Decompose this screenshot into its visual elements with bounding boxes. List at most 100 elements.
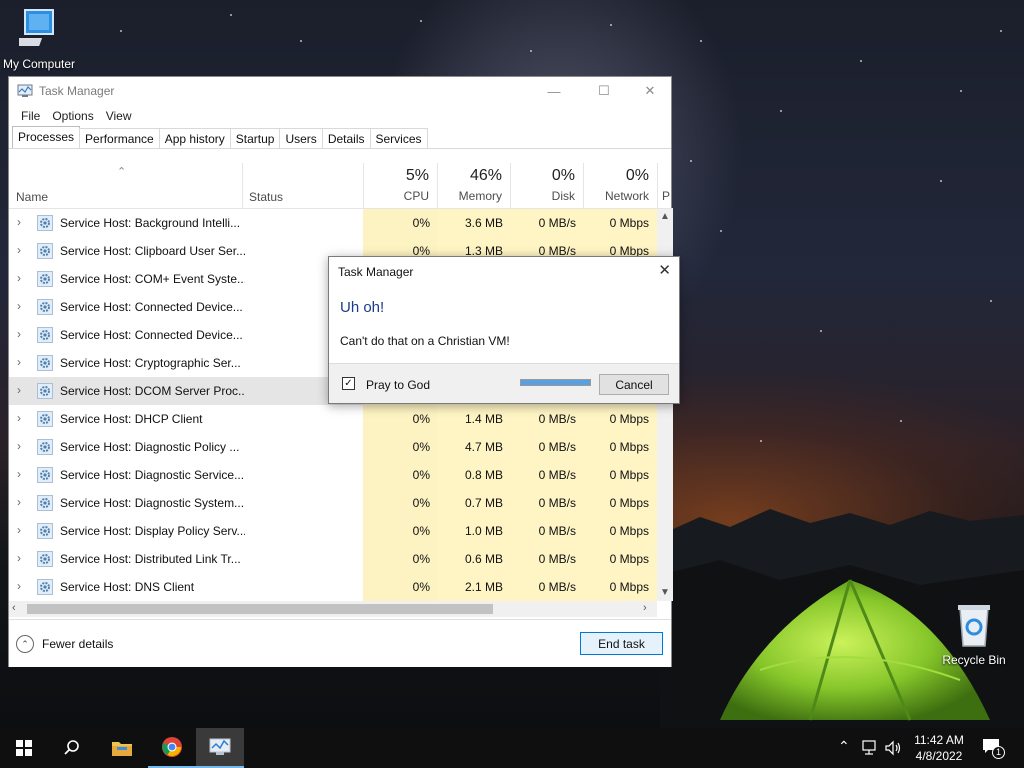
column-header: ⌃ Name Status 5% CPU 46% Memory 0% Disk … (9, 163, 673, 209)
dialog-close-button[interactable]: ✕ (658, 261, 671, 279)
process-cpu: 0% (412, 524, 430, 538)
menu-file[interactable]: File (15, 109, 46, 123)
column-power[interactable]: P (657, 163, 673, 209)
column-name[interactable]: Name (16, 190, 48, 204)
column-disk[interactable]: 0% Disk (510, 163, 583, 209)
chevron-up-icon[interactable]: ⌃ (838, 738, 850, 755)
end-task-button[interactable]: End task (580, 632, 663, 655)
process-row[interactable]: › Service Host: Distributed Link Tr... 0% 0… (9, 545, 657, 573)
clock[interactable]: 11:42 AM 4/8/2022 (904, 732, 974, 764)
notification-center-button[interactable]: 1 (982, 738, 1006, 760)
fewer-details-button[interactable]: ⌃ Fewer details (16, 635, 113, 653)
desktop-icon-label: My Computer (2, 57, 76, 71)
error-dialog: Task Manager ✕ Uh oh! Can't do that on a… (328, 256, 680, 404)
process-network: 0 Mbps (609, 496, 649, 510)
expand-chevron-icon[interactable]: › (17, 523, 21, 537)
process-name: Service Host: DCOM Server Proc... (60, 384, 245, 398)
desktop-icon-recycle-bin[interactable]: Recycle Bin (932, 602, 1016, 667)
process-row[interactable]: › Service Host: Background Intelli... 0% 3.… (9, 209, 657, 237)
process-memory: 3.6 MB (464, 216, 503, 230)
tab-performance[interactable]: Performance (79, 128, 160, 148)
start-icon (16, 740, 32, 756)
expand-chevron-icon[interactable]: › (17, 439, 21, 453)
chrome-button[interactable] (148, 728, 196, 768)
expand-chevron-icon[interactable]: › (17, 215, 21, 229)
scroll-left-icon[interactable]: ‹ (12, 602, 16, 614)
process-name: Service Host: DNS Client (60, 580, 195, 594)
process-row[interactable]: › Service Host: DNS Client 0% 2.1 MB 0 MB/s 0… (9, 573, 657, 601)
tab-details[interactable]: Details (321, 128, 371, 148)
desktop-icon-label: Recycle Bin (942, 653, 1006, 667)
expand-chevron-icon[interactable]: › (17, 271, 21, 285)
tab-processes[interactable]: Processes (12, 126, 81, 148)
expand-chevron-icon[interactable]: › (17, 327, 21, 341)
recycle-bin-icon (958, 605, 990, 647)
process-network: 0 Mbps (609, 440, 649, 454)
process-cpu: 0% (412, 552, 430, 566)
service-gear-icon (37, 243, 53, 259)
desktop-icon-my-computer[interactable]: My Computer (0, 8, 81, 71)
expand-chevron-icon[interactable]: › (17, 243, 21, 257)
process-network: 0 Mbps (609, 216, 649, 230)
process-disk: 0 MB/s (538, 216, 576, 230)
process-row[interactable]: › Service Host: Display Policy Serv... 0% 1… (9, 517, 657, 545)
service-gear-icon (37, 383, 53, 399)
column-network[interactable]: 0% Network (583, 163, 657, 209)
network-label: Network (604, 189, 649, 203)
tab-startup[interactable]: Startup (229, 128, 281, 148)
expand-chevron-icon[interactable]: › (17, 383, 21, 397)
tab-services[interactable]: Services (369, 128, 428, 148)
cpu-total: 5% (405, 167, 429, 184)
cancel-button[interactable]: Cancel (599, 374, 669, 395)
footer-bar: ⌃ Fewer details End task (9, 619, 671, 667)
minimize-button[interactable]: — (531, 77, 577, 105)
menu-options[interactable]: Options (46, 109, 99, 123)
menu-view[interactable]: View (100, 109, 138, 123)
scroll-thumb[interactable] (27, 604, 493, 614)
process-memory: 2.1 MB (464, 580, 503, 594)
start-button[interactable] (0, 728, 48, 768)
search-button[interactable] (48, 728, 96, 768)
expand-chevron-icon[interactable]: › (17, 467, 21, 481)
service-gear-icon (37, 355, 53, 371)
horizontal-scrollbar[interactable]: ‹ › (9, 601, 657, 617)
network-icon[interactable] (862, 740, 880, 756)
process-name: Service Host: DHCP Client (60, 412, 203, 426)
maximize-button[interactable]: ☐ (581, 77, 627, 105)
process-memory: 4.7 MB (464, 440, 503, 454)
tab-users[interactable]: Users (279, 128, 323, 148)
process-row[interactable]: › Service Host: Diagnostic System... 0% 0.7… (9, 489, 657, 517)
process-row[interactable]: › Service Host: Diagnostic Service... 0% 0.… (9, 461, 657, 489)
expand-chevron-icon[interactable]: › (17, 551, 21, 565)
pray-checkbox[interactable]: ✓ (342, 377, 355, 390)
expand-chevron-icon[interactable]: › (17, 355, 21, 369)
task-manager-taskbar-button[interactable] (196, 728, 244, 768)
volume-icon[interactable] (885, 740, 903, 756)
process-name: Service Host: Clipboard User Ser... (60, 244, 245, 258)
pray-checkbox-label[interactable]: Pray to God (366, 378, 430, 392)
process-cpu: 0% (412, 440, 430, 454)
process-name: Service Host: Display Policy Serv... (60, 524, 245, 538)
service-gear-icon (37, 327, 53, 343)
expand-chevron-icon[interactable]: › (17, 299, 21, 313)
file-explorer-button[interactable] (98, 728, 146, 768)
process-disk: 0 MB/s (538, 468, 576, 482)
column-cpu[interactable]: 5% CPU (363, 163, 437, 209)
column-memory[interactable]: 46% Memory (437, 163, 510, 209)
dialog-button-bar: ✓ Pray to God Cancel (329, 363, 679, 403)
search-icon (64, 740, 79, 755)
scroll-right-icon[interactable]: › (643, 602, 647, 614)
expand-chevron-icon[interactable]: › (17, 579, 21, 593)
process-row[interactable]: › Service Host: Diagnostic Policy ... 0% 4.… (9, 433, 657, 461)
scroll-up-icon[interactable]: ▲ (660, 211, 670, 222)
expand-chevron-icon[interactable]: › (17, 495, 21, 509)
process-name: Service Host: Connected Device... (60, 328, 243, 342)
tab-app-history[interactable]: App history (158, 128, 231, 148)
progress-bar (520, 379, 591, 386)
scroll-down-icon[interactable]: ▼ (660, 587, 670, 598)
process-row[interactable]: › Service Host: DHCP Client 0% 1.4 MB 0 MB/s… (9, 405, 657, 433)
close-button[interactable]: ✕ (627, 77, 673, 105)
process-cpu: 0% (412, 468, 430, 482)
window-title: Task Manager (39, 84, 115, 98)
expand-chevron-icon[interactable]: › (17, 411, 21, 425)
